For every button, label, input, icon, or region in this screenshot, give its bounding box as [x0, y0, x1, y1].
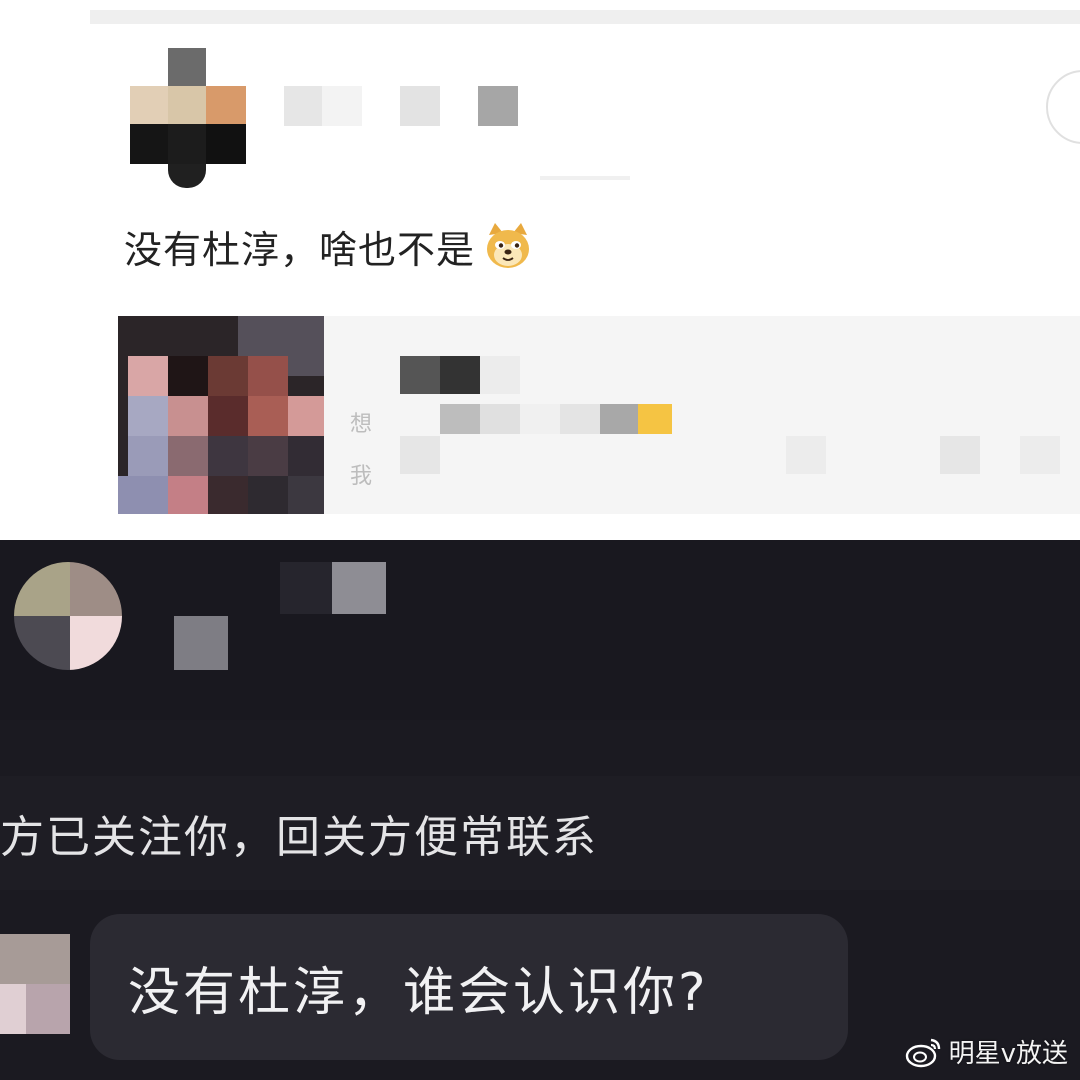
mosaic-photo — [118, 316, 324, 514]
weibo-icon — [905, 1036, 943, 1068]
weibo-watermark: 明星v放送 — [905, 1033, 1068, 1070]
mosaic-quote-line-1 — [400, 404, 680, 434]
watermark-text: 明星v放送 — [948, 1039, 1068, 1069]
comment-text: 没有杜淳，啥也不是 — [124, 227, 476, 272]
dark-chat-panel: 方已关注你，回关方便常联系 没有杜淳，谁会认识你? — [0, 540, 1080, 1080]
quote-line-2: 我 — [350, 464, 373, 489]
quoted-post-card[interactable]: 想 我 — [118, 316, 1080, 514]
mosaic-dark-username[interactable] — [174, 562, 394, 672]
screenshot-collage: 没有杜淳，啥也不是 想 我 方已关注你，回关方便常联系 没有杜淳，谁会认识你? … — [0, 0, 1080, 1080]
mosaic-avatar[interactable] — [130, 48, 246, 188]
weibo-comment-panel: 没有杜淳，啥也不是 想 我 — [0, 0, 1080, 540]
mosaic-avatar-dark[interactable] — [14, 562, 122, 670]
chat-header — [0, 540, 1080, 720]
reply-message-bubble[interactable]: 没有杜淳，谁会认识你? — [90, 914, 848, 1060]
meta-placeholder — [540, 176, 630, 180]
mosaic-quote-username — [400, 356, 560, 394]
follow-button[interactable] — [1046, 70, 1080, 144]
system-notice-row: 方已关注你，回关方便常联系 — [0, 776, 1080, 890]
comment-text-row: 没有杜淳，啥也不是 — [124, 218, 533, 274]
doge-emoji-icon — [483, 221, 533, 271]
system-notice-text: 方已关注你，回关方便常联系 — [0, 812, 598, 863]
reply-message-text: 没有杜淳，谁会认识你? — [128, 962, 709, 1023]
mosaic-username[interactable] — [284, 86, 524, 126]
quote-line-1: 想 — [350, 412, 373, 437]
mosaic-avatar-reply[interactable] — [0, 934, 70, 1054]
mosaic-quote-line-2 — [400, 436, 1080, 474]
top-divider-strip — [90, 10, 1080, 24]
